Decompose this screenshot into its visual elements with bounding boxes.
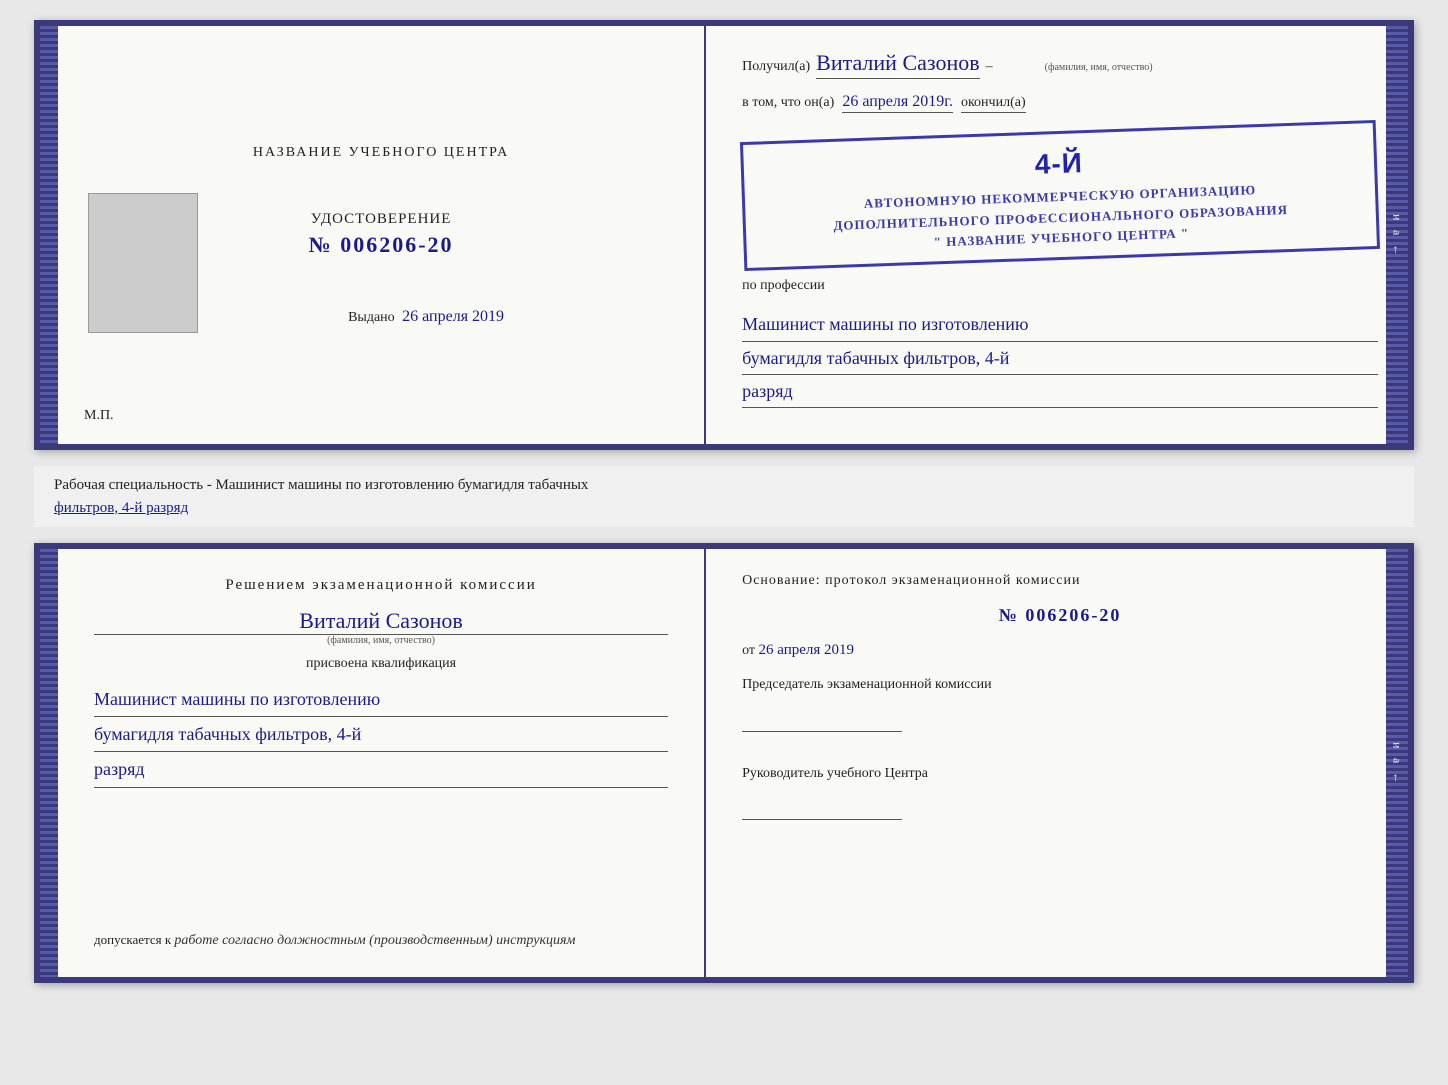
protocol-number: № 006206-20 <box>742 605 1378 626</box>
qual-block: Машинист машины по изготовлению бумагидл… <box>94 682 668 788</box>
left-header-label: НАЗВАНИЕ УЧЕБНОГО ЦЕНТРА <box>253 145 509 161</box>
cert-right-panel: Получил(а) Виталий Сазонов – (фамилия, и… <box>706 26 1408 444</box>
prisvoena-label: присвоена квалификация <box>94 656 668 672</box>
bottom-mark-arrow: ← <box>1390 772 1405 784</box>
spine-bottom <box>40 549 58 977</box>
bottom-right-edge-marks: и а ← <box>1386 549 1408 977</box>
rukovoditel-signature-line <box>742 819 902 820</box>
ot-date-value: 26 апреля 2019 <box>759 642 855 658</box>
bottom-mark-a: а <box>1390 758 1405 764</box>
chairman-label: Председатель экзаменационной комиссии <box>742 675 1378 695</box>
profession-line3: разряд <box>742 375 1378 408</box>
rukovoditel-label: Руководитель учебного Центра <box>742 764 1378 784</box>
dopuskaetsya-text: работе согласно должностным (производств… <box>174 933 575 948</box>
vydano-label: Выдано <box>348 310 395 325</box>
cert-bottom-right-panel: Основание: протокол экзаменационной коми… <box>706 549 1408 977</box>
fio-hint-top: (фамилия, имя, отчество) <box>999 62 1199 73</box>
qual-line2: бумагидля табачных фильтров, 4-й <box>94 717 668 752</box>
resheniem-label: Решением экзаменационной комиссии <box>94 577 668 594</box>
recipient-name: Виталий Сазонов <box>816 50 979 79</box>
qual-line3: разряд <box>94 752 668 787</box>
bottom-mark-i: и <box>1390 742 1405 749</box>
cert-left-panel: НАЗВАНИЕ УЧЕБНОГО ЦЕНТРА УДОСТОВЕРЕНИЕ №… <box>58 26 706 444</box>
mark-arrow: ← <box>1390 244 1405 256</box>
caption-block: Рабочая специальность - Машинист машины … <box>34 466 1414 527</box>
udostoverenie-number: № 006206-20 <box>309 232 454 258</box>
chairman-signature-line <box>742 731 902 732</box>
mark-a: а <box>1390 230 1405 236</box>
ot-prefix: от <box>742 643 755 658</box>
certificate-bottom: Решением экзаменационной комиссии Витали… <box>34 543 1414 983</box>
osnovanie-label: Основание: протокол экзаменационной коми… <box>742 573 1378 589</box>
right-edge-marks: и а ← <box>1386 26 1408 444</box>
bottom-recipient-name: Виталий Сазонов <box>94 608 668 635</box>
dopuskaetsya-block: допускается к работе согласно должностны… <box>94 932 668 949</box>
mark-i: и <box>1390 214 1405 221</box>
udostoverenie-label: УДОСТОВЕРЕНИЕ <box>309 211 454 228</box>
profession-line2: бумагидля табачных фильтров, 4-й <box>742 342 1378 375</box>
poluchil-line: Получил(а) Виталий Сазонов – (фамилия, и… <box>742 50 1378 79</box>
vydano-line: Выдано 26 апреля 2019 <box>258 308 504 326</box>
ot-date-block: от 26 апреля 2019 <box>742 642 1378 659</box>
poluchil-prefix: Получил(а) <box>742 59 810 75</box>
vydano-date: 26 апреля 2019 <box>402 308 504 325</box>
caption-underline-text: фильтров, 4-й разряд <box>54 500 188 516</box>
dopuskaetsya-prefix: допускается к <box>94 932 171 947</box>
stamp-block: 4-й АВТОНОМНУЮ НЕКОММЕРЧЕСКУЮ ОРГАНИЗАЦИ… <box>740 120 1380 271</box>
profession-line1: Машинист машины по изготовлению <box>742 308 1378 341</box>
spine-top <box>40 26 58 444</box>
vtom-line: в том, что он(а) 26 апреля 2019г. окончи… <box>742 93 1378 113</box>
certificate-top: НАЗВАНИЕ УЧЕБНОГО ЦЕНТРА УДОСТОВЕРЕНИЕ №… <box>34 20 1414 450</box>
photo-placeholder <box>88 193 198 333</box>
fio-hint-bottom: (фамилия, имя, отчество) <box>94 635 668 646</box>
qual-line1: Машинист машины по изготовлению <box>94 682 668 717</box>
caption-text: Рабочая специальность - Машинист машины … <box>54 477 588 493</box>
udostoverenie-block: УДОСТОВЕРЕНИЕ № 006206-20 <box>309 211 454 258</box>
okonchill-text: окончил(а) <box>961 95 1026 113</box>
vtom-prefix: в том, что он(а) <box>742 95 834 111</box>
name2-block: Виталий Сазонов (фамилия, имя, отчество) <box>94 604 668 646</box>
completion-date: 26 апреля 2019г. <box>842 93 953 113</box>
po-professii-label: по профессии <box>742 278 1378 294</box>
profession-block: Машинист машины по изготовлению бумагидл… <box>742 308 1378 408</box>
dash-1: – <box>986 59 993 75</box>
cert-bottom-left-panel: Решением экзаменационной комиссии Витали… <box>58 549 706 977</box>
mp-label: М.П. <box>84 408 114 424</box>
